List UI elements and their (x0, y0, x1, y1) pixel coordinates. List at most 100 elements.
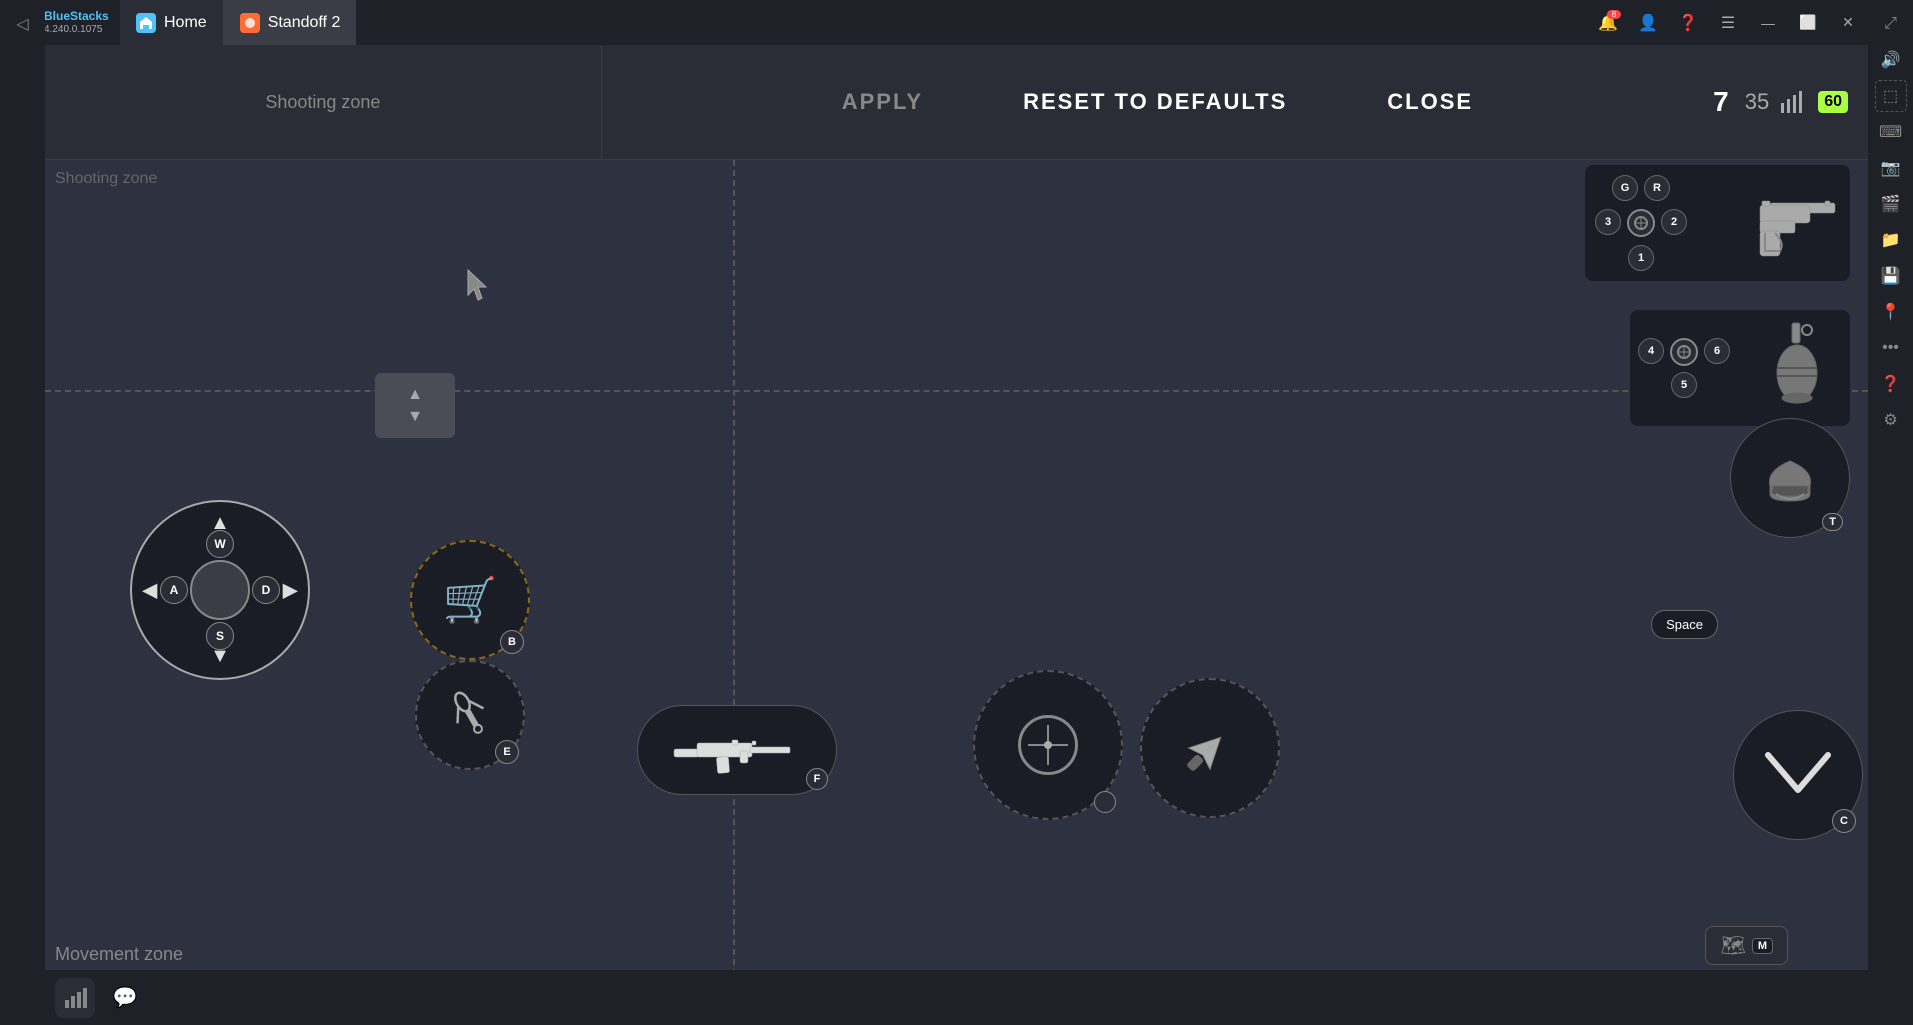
pistol-key-row: G R (1612, 175, 1670, 201)
grenade-image-area (1738, 318, 1842, 418)
stats-button[interactable] (55, 978, 95, 1018)
game-tab-icon (240, 13, 260, 33)
grenade-aim-icon (1670, 338, 1698, 366)
pistol-key-row3: 1 (1628, 245, 1654, 271)
account-button[interactable]: 👤 (1633, 8, 1663, 38)
bar2 (1787, 99, 1790, 113)
arrow-down-icon: ▼ (407, 408, 423, 426)
chat-button[interactable]: 💬 (105, 978, 145, 1018)
close-button[interactable]: CLOSE (1367, 81, 1493, 123)
tab-home[interactable]: Home (120, 0, 224, 45)
pistol-keys: G R 3 2 1 (1595, 175, 1687, 271)
hud-ammo-area: 7 35 60 (1713, 86, 1848, 118)
key-a: A (160, 576, 188, 604)
sidebar-settings-icon[interactable]: ⚙ (1875, 404, 1907, 436)
knife-button[interactable] (1140, 678, 1280, 818)
sidebar-folder-icon[interactable]: 📁 (1875, 224, 1907, 256)
key-g: G (1612, 175, 1638, 201)
joystick-center (190, 560, 250, 620)
game-tab-label: Standoff 2 (268, 14, 341, 32)
grenade-key-top: 4 6 (1638, 338, 1730, 366)
bottom-bar: 💬 (45, 970, 1868, 1025)
map-key-badge: M (1752, 938, 1773, 954)
toolbar-buttons: APPLY RESET TO DEFAULTS CLOSE (602, 45, 1713, 159)
sidebar-screenshot-icon[interactable]: 📷 (1875, 152, 1907, 184)
tab-game[interactable]: Standoff 2 (224, 0, 357, 45)
primary-weapon-button[interactable]: F (637, 705, 837, 795)
help-button[interactable]: ❓ (1673, 8, 1703, 38)
grenade-row: 4 6 5 (1638, 318, 1842, 418)
crouch-icon (1763, 745, 1833, 805)
shooting-zone-label-game: Shooting zone (55, 170, 157, 188)
key-d: D (252, 576, 280, 604)
menu-button[interactable]: ☰ (1713, 8, 1743, 38)
mouse-cursor-area (455, 260, 505, 310)
key-5: 5 (1671, 372, 1697, 398)
movement-zone-label: Movement zone (55, 944, 183, 965)
key-w: W (206, 530, 234, 558)
helmet-icon (1758, 446, 1823, 511)
key-s: S (206, 622, 234, 650)
vertical-divider (733, 160, 735, 1025)
shooting-zone-label: Shooting zone (265, 92, 380, 113)
sidebar-record-icon[interactable]: 🎬 (1875, 188, 1907, 220)
sidebar-more-icon[interactable]: ••• (1875, 332, 1907, 364)
pistol-image (1730, 183, 1840, 263)
helmet-button[interactable]: T (1730, 418, 1850, 538)
shop-key-badge: B (500, 630, 524, 654)
sidebar-display-icon[interactable]: ⬚ (1875, 80, 1907, 112)
grenade-key-mid: 5 (1638, 372, 1730, 398)
ammo-current: 7 (1713, 86, 1729, 118)
key-2: 2 (1661, 209, 1687, 235)
map-button[interactable]: 🗺 M (1705, 926, 1788, 965)
movement-joystick[interactable]: ▲ ▼ ◀ ▶ W S A D (130, 500, 310, 680)
aim-key-badge (1094, 791, 1116, 813)
shop-button[interactable]: 🛒 B (410, 540, 530, 660)
notification-badge: 8 (1607, 10, 1621, 19)
app-version: 4.240.0.1075 (44, 24, 109, 36)
grenade-image (1762, 318, 1842, 418)
key-4: 4 (1638, 338, 1664, 364)
shooting-zone-area: Shooting zone (45, 45, 602, 159)
sidebar-help-icon[interactable]: ❓ (1875, 368, 1907, 400)
right-sidebar: ⤢ 🔊 ⬚ ⌨ 📷 🎬 📁 💾 📍 ••• ❓ ⚙ (1868, 0, 1913, 1025)
reset-button[interactable]: RESET TO DEFAULTS (1003, 81, 1307, 123)
key-r: R (1644, 175, 1670, 201)
equipment-key-badge: E (495, 740, 519, 764)
bar4 (1799, 91, 1802, 113)
minimize-button[interactable]: — (1753, 8, 1783, 38)
jump-button[interactable]: Space (1651, 610, 1718, 639)
equipment-button[interactable]: E (415, 660, 525, 770)
sidebar-sound-icon[interactable]: 🔊 (1875, 44, 1907, 76)
sidebar-save-icon[interactable]: 💾 (1875, 260, 1907, 292)
apply-button[interactable]: APPLY (822, 81, 943, 123)
sidebar-resize-icon[interactable]: ⤢ (1875, 8, 1907, 40)
aim-button[interactable] (973, 670, 1123, 820)
bar3 (1793, 95, 1796, 113)
main-content: Shooting zone APPLY RESET TO DEFAULTS CL… (45, 45, 1868, 1025)
ammo-bars (1781, 91, 1802, 113)
left-sidebar-icon: ◁ (7, 8, 39, 40)
ammo-total: 35 (1745, 89, 1769, 115)
crouch-button[interactable]: C (1733, 710, 1863, 840)
zone-divider-control[interactable]: ▲ ▼ (375, 373, 455, 438)
notification-button[interactable]: 🔔 8 (1593, 8, 1623, 38)
weapon-icon (672, 723, 802, 778)
space-key-label: Space (1666, 617, 1703, 632)
titlebar-controls: 🔔 8 👤 ❓ ☰ — ⬜ ✕ ❯❯ (1593, 8, 1913, 38)
key-6: 6 (1704, 338, 1730, 364)
key-1: 1 (1628, 245, 1654, 271)
pistol-key-row2: 3 2 (1595, 209, 1687, 237)
bar1 (1781, 103, 1784, 113)
close-button[interactable]: ✕ (1833, 8, 1863, 38)
sidebar-keyboard-icon[interactable]: ⌨ (1875, 116, 1907, 148)
crouch-key-badge: C (1832, 809, 1856, 833)
knife-icon (1175, 713, 1245, 783)
maximize-button[interactable]: ⬜ (1793, 8, 1823, 38)
joystick-arrow-left: ◀ (142, 578, 157, 603)
map-icon: 🗺 (1720, 933, 1745, 958)
grenade-panel: 4 6 5 (1630, 310, 1850, 426)
sidebar-location-icon[interactable]: 📍 (1875, 296, 1907, 328)
weapon-panel: G R 3 2 1 (1585, 165, 1850, 281)
home-tab-label: Home (164, 14, 207, 32)
